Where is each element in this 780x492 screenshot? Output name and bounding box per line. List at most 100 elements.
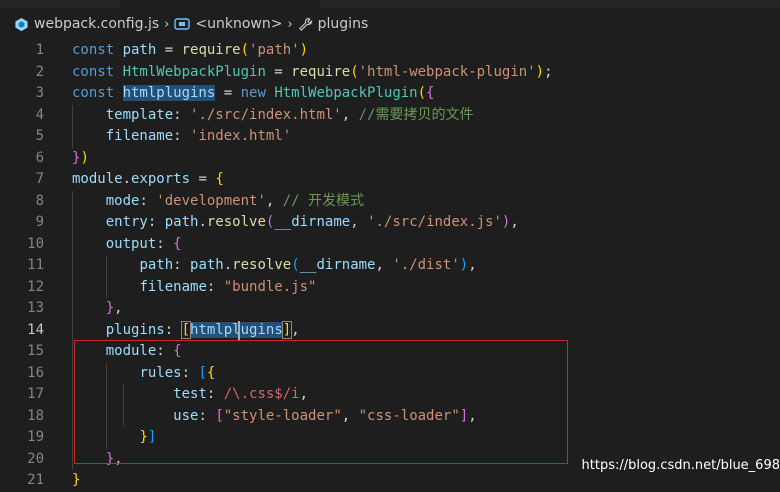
code-token: : — [206, 278, 224, 295]
code-text: mode: 'development', // 开发模式 — [72, 191, 364, 213]
code-text: } — [72, 470, 80, 492]
code-token: ) — [80, 149, 89, 166]
code-token: 'development' — [156, 192, 266, 209]
code-line[interactable]: 21} — [0, 470, 780, 492]
code-text: const HtmlWebpackPlugin = require('html-… — [72, 62, 553, 84]
code-token: , — [265, 192, 283, 209]
watermark: https://blog.csdn.net/blue_698 — [581, 458, 780, 473]
breadcrumb-file[interactable]: webpack.config.js — [14, 16, 159, 32]
code-line[interactable]: 9 entry: path.resolve(__dirname, './src/… — [0, 212, 780, 234]
code-token: path — [139, 257, 174, 273]
code-token: ( — [240, 42, 250, 58]
code-token: output — [105, 235, 157, 252]
code-text: }) — [72, 148, 89, 170]
code-text: template: './src/index.html', //需要拷贝的文件 — [72, 105, 474, 127]
code-token: './src/index.js' — [367, 214, 502, 230]
code-token: './dist' — [392, 257, 460, 273]
variable-icon — [174, 18, 191, 30]
code-line[interactable]: 5 filename: 'index.html' — [0, 126, 780, 148]
code-token: "bundle.js" — [223, 278, 317, 295]
code-line[interactable]: 4 template: './src/index.html', //需要拷贝的文… — [0, 105, 780, 127]
code-text: entry: path.resolve(__dirname, './src/in… — [72, 212, 519, 234]
code-text: plugins: [htmlplugins], — [72, 320, 300, 342]
line-number: 19 — [27, 429, 44, 445]
code-token: = — [156, 42, 182, 58]
tab-bar — [0, 0, 780, 8]
code-text: module.exports = { — [72, 169, 224, 191]
code-token: require — [181, 42, 241, 58]
code-text: filename: 'index.html' — [72, 126, 291, 148]
breadcrumb-plugins[interactable]: plugins — [298, 16, 368, 32]
code-token: ) — [535, 63, 545, 80]
code-token: htmlplugins — [122, 85, 216, 101]
code-line[interactable]: 6}) — [0, 148, 780, 170]
code-token: : — [139, 192, 157, 209]
code-line[interactable]: 7 module.exports = { — [0, 169, 780, 191]
code-text: filename: "bundle.js" — [72, 277, 316, 299]
breadcrumb: webpack.config.js › <unknown> › plugins — [0, 12, 780, 36]
code-token: , — [114, 300, 123, 316]
line-number: 10 — [27, 235, 44, 252]
indent-guide — [105, 255, 107, 298]
code-line[interactable]: 8 mode: 'development', // 开发模式 — [0, 191, 780, 213]
line-number: 5 — [35, 128, 44, 144]
code-token: module — [72, 171, 123, 187]
tab-webpack-config[interactable] — [120, 0, 320, 8]
code-token: ( — [417, 85, 427, 101]
code-token: filename — [105, 128, 174, 144]
code-line[interactable]: 1 const path = require('path') — [0, 40, 780, 62]
code-token: [ — [180, 320, 192, 339]
indent-guide — [71, 104, 73, 148]
line-number: 20 — [27, 450, 44, 467]
code-text: const path = require('path') — [72, 40, 308, 62]
code-token: ] — [281, 320, 293, 339]
code-token: HtmlWebpackPlugin — [122, 63, 266, 80]
code-token: { — [173, 235, 182, 252]
code-token: './src/index.html' — [190, 106, 342, 123]
code-token: //需要拷贝的文件 — [358, 106, 474, 123]
code-token: require — [291, 63, 351, 80]
code-token: resolve — [232, 257, 292, 273]
chevron-right-icon: › — [164, 16, 170, 32]
code-line[interactable]: 10 output: { — [0, 234, 780, 256]
code-line[interactable]: 11 path: path.resolve(__dirname, './dist… — [0, 255, 780, 277]
code-line[interactable]: 13 }, — [0, 298, 780, 320]
webpack-file-icon — [15, 17, 28, 31]
code-token: = — [265, 63, 292, 80]
code-token: plugins — [105, 321, 165, 338]
code-token: exports — [131, 171, 191, 187]
annotation-box — [74, 340, 568, 464]
line-number: 9 — [35, 214, 44, 230]
code-token: ) — [459, 257, 469, 273]
code-token: new — [240, 85, 275, 101]
code-token: template — [105, 106, 174, 123]
breadcrumb-unknown[interactable]: <unknown> — [174, 16, 282, 32]
code-token: , — [341, 106, 359, 123]
code-token: : — [173, 128, 191, 144]
line-number: 14 — [27, 321, 44, 338]
code-token: 'html-webpack-plugin' — [358, 63, 536, 80]
code-token: path — [122, 42, 157, 58]
code-line[interactable]: 3 const htmlplugins = new HtmlWebpackPlug… — [0, 83, 780, 105]
code-token: path — [164, 214, 199, 230]
code-line[interactable]: 2 const HtmlWebpackPlugin = require('html… — [0, 62, 780, 84]
breadcrumb-unknown-label: <unknown> — [195, 16, 283, 32]
line-number: 4 — [35, 106, 44, 123]
code-token: resolve — [206, 214, 266, 230]
code-token: ( — [291, 257, 300, 273]
code-token: : — [164, 321, 182, 338]
code-token: , — [510, 214, 519, 230]
line-number: 21 — [27, 472, 44, 488]
wrench-icon — [298, 17, 312, 31]
code-token: : — [156, 235, 174, 252]
code-line[interactable]: 12 filename: "bundle.js" — [0, 277, 780, 299]
line-number: 15 — [27, 343, 44, 359]
code-line[interactable]: 14 plugins: [htmlplugins], — [0, 320, 780, 342]
line-number: 17 — [27, 386, 44, 402]
code-token: } — [72, 472, 81, 488]
code-token: : — [173, 257, 191, 273]
code-token: } — [105, 300, 115, 316]
